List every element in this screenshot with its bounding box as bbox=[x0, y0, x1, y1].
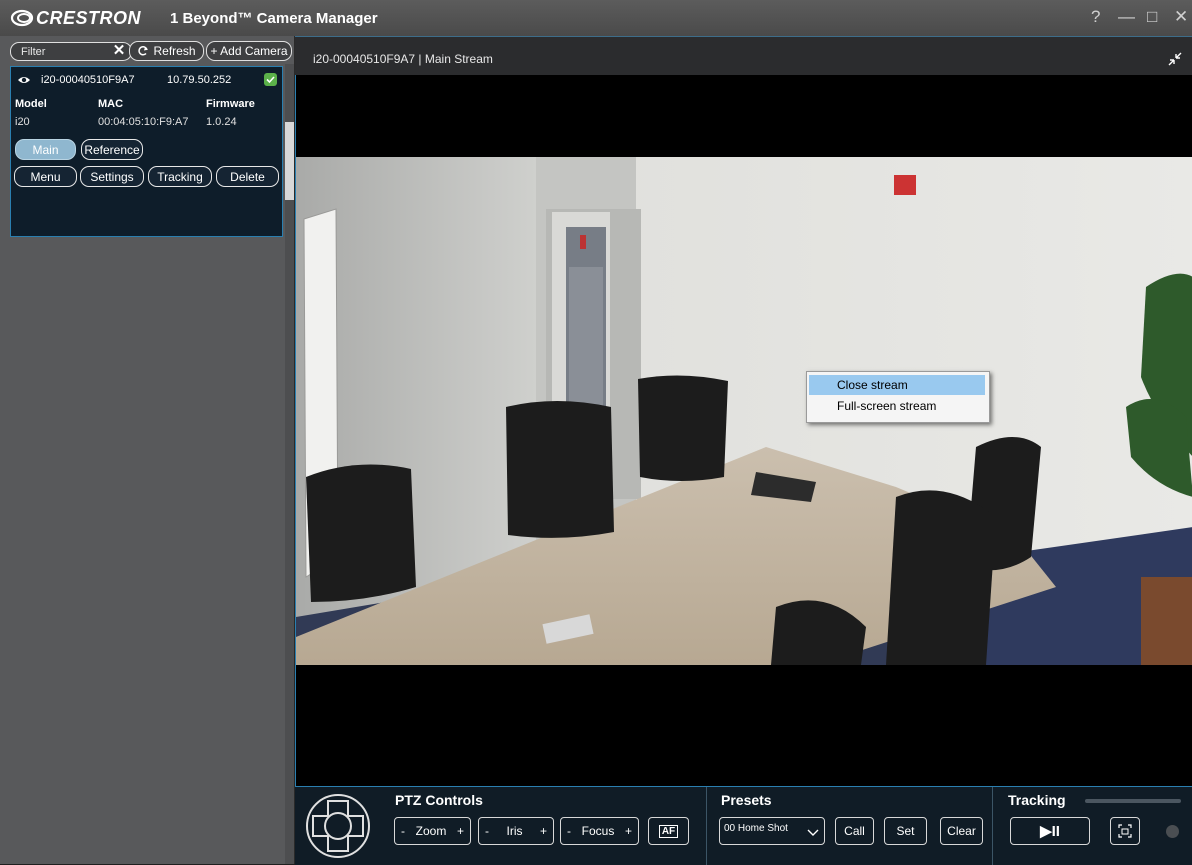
add-camera-button[interactable]: + Add Camera bbox=[206, 41, 292, 61]
iris-label: Iris bbox=[506, 824, 523, 838]
mac-value: 00:04:05:10:F9:A7 bbox=[98, 116, 189, 128]
video-frame-image bbox=[296, 157, 1192, 665]
collapse-icon[interactable] bbox=[1167, 51, 1183, 67]
tracking-play-pause-button[interactable]: ▶II bbox=[1010, 817, 1090, 845]
refresh-icon bbox=[138, 46, 149, 56]
minimize-button[interactable]: — bbox=[1118, 7, 1135, 27]
video-stream-area[interactable] bbox=[295, 75, 1192, 786]
fullscreen-stream-menu-item[interactable]: Full-screen stream bbox=[809, 396, 985, 416]
clear-preset-button[interactable]: Clear bbox=[940, 817, 983, 845]
camera-sidebar: ✕ Refresh + Add Camera i20-00040510F9A7 … bbox=[0, 36, 295, 864]
brand-name: CRESTRON bbox=[36, 8, 142, 28]
eye-icon[interactable] bbox=[17, 75, 31, 85]
iris-open-button[interactable]: + bbox=[540, 824, 547, 838]
reference-stream-button[interactable]: Reference bbox=[81, 139, 143, 160]
zoom-label: Zoom bbox=[415, 824, 447, 838]
control-bar: PTZ Controls - Zoom + - Iris + - Focus +… bbox=[295, 786, 1192, 865]
iris-close-button[interactable]: - bbox=[485, 824, 489, 838]
presets-title: Presets bbox=[721, 792, 772, 808]
divider bbox=[992, 787, 993, 865]
camera-ip: 10.79.50.252 bbox=[167, 74, 232, 86]
delete-button[interactable]: Delete bbox=[216, 166, 279, 187]
tracking-indicator-bar bbox=[1085, 799, 1181, 803]
focus-stepper[interactable]: - Focus + bbox=[560, 817, 639, 845]
focus-far-button[interactable]: + bbox=[625, 824, 632, 838]
camera-card[interactable]: i20-00040510F9A7 10.79.50.252 Model MAC … bbox=[10, 66, 283, 237]
divider bbox=[706, 787, 707, 865]
stream-title: i20-00040510F9A7 | Main Stream bbox=[313, 52, 493, 66]
model-value: i20 bbox=[15, 116, 30, 128]
connected-check-icon bbox=[264, 73, 277, 86]
zoom-stepper[interactable]: - Zoom + bbox=[394, 817, 471, 845]
preset-selected-value: 00 Home Shot bbox=[724, 823, 788, 834]
tracking-status-indicator bbox=[1166, 825, 1179, 838]
zoom-out-button[interactable]: - bbox=[401, 824, 405, 838]
autofocus-button[interactable]: AF bbox=[648, 817, 689, 845]
main-stream-button[interactable]: Main bbox=[15, 139, 76, 160]
focus-label: Focus bbox=[581, 824, 615, 838]
iris-stepper[interactable]: - Iris + bbox=[478, 817, 554, 845]
refresh-label: Refresh bbox=[153, 44, 196, 58]
mac-header: MAC bbox=[98, 98, 124, 110]
stream-header: i20-00040510F9A7 | Main Stream bbox=[295, 36, 1192, 76]
app-title: 1 Beyond™ Camera Manager bbox=[170, 10, 378, 27]
firmware-header: Firmware bbox=[206, 98, 255, 110]
camera-name: i20-00040510F9A7 bbox=[41, 74, 135, 86]
preset-select[interactable]: 00 Home Shot bbox=[719, 817, 825, 845]
help-button[interactable]: ? bbox=[1091, 7, 1100, 27]
focus-near-button[interactable]: - bbox=[567, 824, 571, 838]
close-stream-menu-item[interactable]: Close stream bbox=[809, 375, 985, 395]
firmware-value: 1.0.24 bbox=[206, 116, 237, 128]
stream-context-menu: Close stream Full-screen stream bbox=[806, 371, 990, 423]
maximize-button[interactable]: □ bbox=[1147, 7, 1157, 27]
ptz-controls-title: PTZ Controls bbox=[395, 792, 483, 808]
add-camera-label: + Add Camera bbox=[210, 44, 288, 58]
autofocus-icon: AF bbox=[658, 824, 679, 838]
close-button[interactable]: ✕ bbox=[1174, 7, 1188, 27]
call-preset-button[interactable]: Call bbox=[835, 817, 874, 845]
sidebar-toolbar: ✕ Refresh + Add Camera bbox=[6, 40, 292, 62]
frame-person-icon bbox=[1118, 824, 1132, 838]
tracking-title: Tracking bbox=[1008, 792, 1066, 808]
ptz-joystick-icon[interactable] bbox=[305, 793, 371, 859]
title-bar: CRESTRON 1 Beyond™ Camera Manager ? — □ … bbox=[0, 0, 1192, 36]
model-header: Model bbox=[15, 98, 47, 110]
sidebar-scrollbar-thumb[interactable] bbox=[285, 122, 294, 200]
crestron-logo-icon bbox=[10, 9, 34, 27]
refresh-button[interactable]: Refresh bbox=[129, 41, 204, 61]
menu-button[interactable]: Menu bbox=[14, 166, 77, 187]
chevron-down-icon bbox=[807, 829, 819, 836]
tracking-button[interactable]: Tracking bbox=[148, 166, 212, 187]
tracking-frame-button[interactable] bbox=[1110, 817, 1140, 845]
clear-filter-icon[interactable]: ✕ bbox=[110, 43, 128, 59]
zoom-in-button[interactable]: + bbox=[457, 824, 464, 838]
set-preset-button[interactable]: Set bbox=[884, 817, 927, 845]
settings-button[interactable]: Settings bbox=[80, 166, 144, 187]
